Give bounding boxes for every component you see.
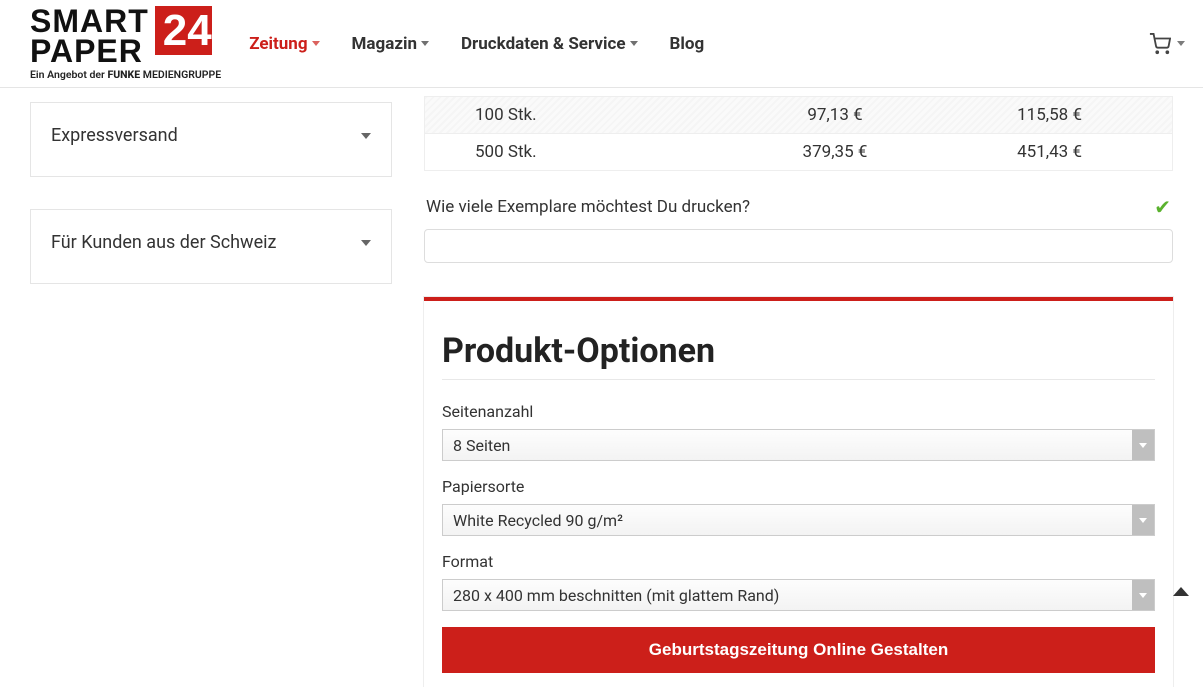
sidebar-item-express[interactable]: Expressversand xyxy=(51,103,371,158)
sidebar-item-schweiz[interactable]: Für Kunden aus der Schweiz xyxy=(51,210,371,265)
pages-value: 8 Seiten xyxy=(453,436,510,455)
quantity-input[interactable] xyxy=(424,229,1173,263)
cart-icon xyxy=(1149,33,1171,55)
paper-select[interactable]: White Recycled 90 g/m² xyxy=(442,504,1155,536)
design-online-button[interactable]: Geburtstagszeitung Online Gestalten xyxy=(442,627,1155,673)
table-row: 500 Stk. 379,35 € 451,43 € xyxy=(425,134,1172,170)
qty-cell: 100 Stk. xyxy=(445,105,705,125)
sidebar-panel-schweiz: Für Kunden aus der Schweiz xyxy=(30,209,392,284)
logo-badge: 24 xyxy=(155,6,218,55)
logo-line2: PAPER xyxy=(30,36,149,66)
format-value: 280 x 400 mm beschnitten (mit glattem Ra… xyxy=(453,586,779,605)
chevron-down-icon xyxy=(421,41,429,46)
nav-druckdaten[interactable]: Druckdaten & Service xyxy=(461,34,638,54)
dropdown-arrow-icon xyxy=(1132,580,1154,610)
chevron-down-icon xyxy=(361,133,371,139)
format-label: Format xyxy=(442,552,1155,571)
price-table: 100 Stk. 97,13 € 115,58 € 500 Stk. 379,3… xyxy=(424,96,1173,171)
qty-cell: 500 Stk. xyxy=(445,142,705,162)
format-select[interactable]: 280 x 400 mm beschnitten (mit glattem Ra… xyxy=(442,579,1155,611)
options-title: Produkt-Optionen xyxy=(442,331,1155,380)
paper-value: White Recycled 90 g/m² xyxy=(453,511,623,530)
qty-question-label: Wie viele Exemplare möchtest Du drucken? xyxy=(426,197,750,217)
chevron-down-icon xyxy=(312,41,320,46)
chevron-down-icon xyxy=(630,41,638,46)
logo-line1: SMART xyxy=(30,6,149,36)
chevron-down-icon xyxy=(1177,41,1185,46)
pages-select[interactable]: 8 Seiten xyxy=(442,429,1155,461)
product-options-panel: Produkt-Optionen Seitenanzahl 8 Seiten P… xyxy=(424,297,1173,687)
price-cell: 379,35 € xyxy=(705,142,965,162)
main-content: 100 Stk. 97,13 € 115,58 € 500 Stk. 379,3… xyxy=(424,88,1173,687)
pages-label: Seitenanzahl xyxy=(442,402,1155,421)
chevron-down-icon xyxy=(361,240,371,246)
chevron-up-icon xyxy=(1173,587,1189,596)
price-cell: 97,13 € xyxy=(705,105,965,125)
logo-strapline: Ein Angebot der FUNKE MEDIENGRUPPE xyxy=(30,68,221,81)
check-icon: ✔ xyxy=(1154,195,1171,219)
dropdown-arrow-icon xyxy=(1132,430,1154,460)
scroll-to-top-button[interactable] xyxy=(1173,581,1189,600)
paper-label: Papiersorte xyxy=(442,477,1155,496)
sidebar-panel-express: Expressversand xyxy=(30,102,392,177)
price-cell: 115,58 € xyxy=(965,105,1142,125)
cart-button[interactable] xyxy=(1149,33,1185,55)
site-header: SMART PAPER 24 Ein Angebot der FUNKE MED… xyxy=(0,0,1203,88)
price-cell: 451,43 € xyxy=(965,142,1142,162)
site-logo[interactable]: SMART PAPER 24 Ein Angebot der FUNKE MED… xyxy=(30,6,221,82)
qty-question-row: Wie viele Exemplare möchtest Du drucken?… xyxy=(424,189,1173,229)
sidebar: Expressversand Für Kunden aus der Schwei… xyxy=(30,88,392,687)
nav-zeitung[interactable]: Zeitung xyxy=(249,34,319,54)
table-row: 100 Stk. 97,13 € 115,58 € xyxy=(425,97,1172,134)
main-nav: Zeitung Magazin Druckdaten & Service Blo… xyxy=(249,34,704,54)
dropdown-arrow-icon xyxy=(1132,505,1154,535)
nav-magazin[interactable]: Magazin xyxy=(352,34,429,54)
nav-blog[interactable]: Blog xyxy=(670,34,705,54)
